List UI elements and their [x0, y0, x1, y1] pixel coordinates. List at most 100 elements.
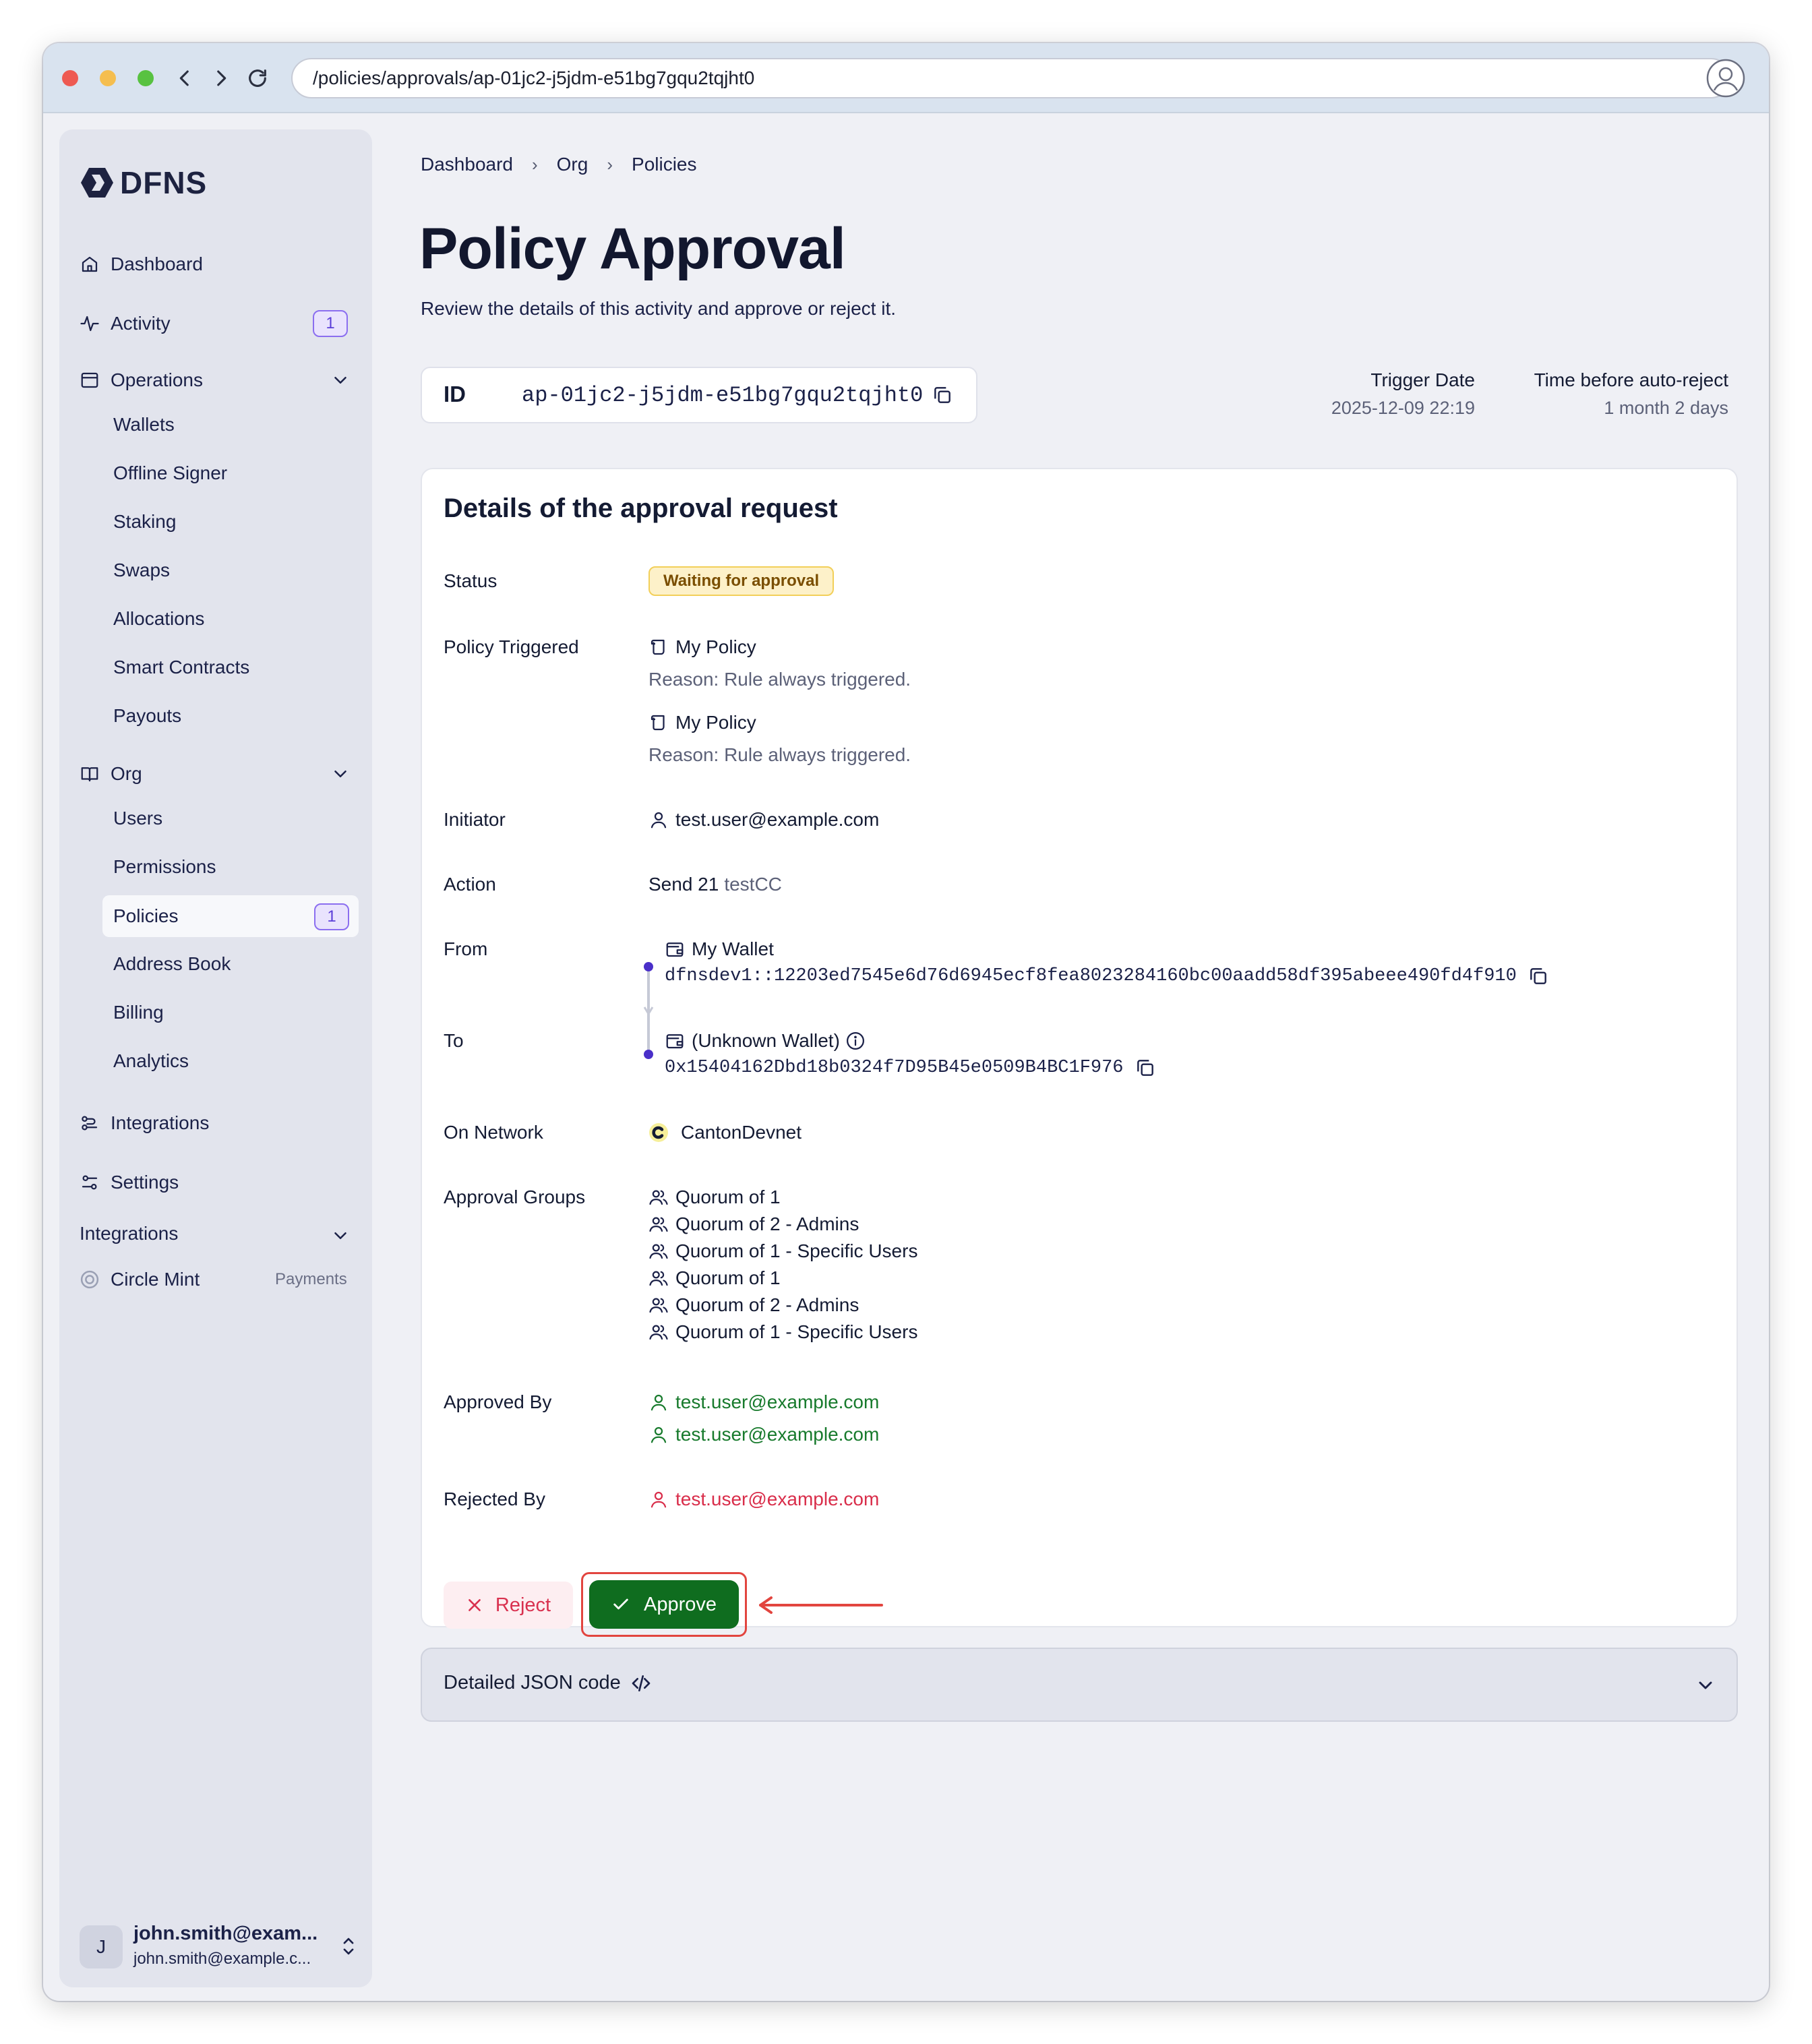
- profile-button[interactable]: [1705, 58, 1746, 98]
- trigger-date-label: Trigger Date: [1370, 369, 1475, 390]
- approver: test.user@example.com: [648, 1391, 879, 1413]
- approval-group: Quorum of 2 - Admins: [648, 1213, 859, 1235]
- sidebar-item-dashboard[interactable]: Dashboard: [80, 251, 203, 278]
- status-badge: Waiting for approval: [648, 566, 835, 596]
- approved-by-label: Approved By: [444, 1391, 552, 1412]
- sidebar-item-billing[interactable]: Billing: [113, 999, 164, 1026]
- activity-badge: 1: [313, 310, 348, 337]
- id-label: ID: [444, 382, 466, 407]
- user-name: john.smith@exam...: [133, 1923, 318, 1944]
- maximize-window-button[interactable]: [138, 70, 154, 86]
- approval-group: Quorum of 1: [648, 1267, 781, 1289]
- initiator: test.user@example.com: [648, 809, 879, 831]
- chevron-right-icon: ›: [607, 154, 613, 175]
- sidebar-item-analytics[interactable]: Analytics: [113, 1048, 189, 1075]
- sidebar-item-staking[interactable]: Staking: [113, 508, 176, 535]
- network-label: On Network: [444, 1122, 543, 1143]
- activity-icon: [80, 313, 100, 334]
- from-address-row: dfnsdev1::12203ed7545e6d76d6945ecf8fea80…: [665, 965, 1549, 987]
- chevron-down-icon: [1699, 1681, 1712, 1689]
- wallet-icon: [666, 942, 684, 957]
- sidebar-item-users[interactable]: Users: [113, 805, 162, 832]
- trigger-date-block: Trigger Date 2025-12-09 22:19: [1316, 369, 1475, 419]
- sidebar-item-settings[interactable]: Settings: [80, 1169, 179, 1196]
- approval-id: ap-01jc2-j5jdm-e51bg7gqu2tqjht0: [522, 383, 924, 408]
- to-address-row: 0x15404162Dbd18b0324f7D95B45e0509B4BC1F9…: [665, 1057, 1156, 1079]
- sidebar-item-allocations[interactable]: Allocations: [113, 605, 204, 632]
- from-wallet[interactable]: My Wallet: [665, 938, 774, 960]
- chevron-up-down-icon: [343, 1937, 354, 1955]
- policy-triggered-label: Policy Triggered: [444, 636, 579, 657]
- close-icon: [469, 1599, 481, 1611]
- sidebar-item-circle-mint[interactable]: Circle Mint: [80, 1266, 200, 1293]
- page-title: Policy Approval: [419, 216, 846, 281]
- sidebar-item-permissions[interactable]: Permissions: [113, 853, 216, 880]
- dfns-logo[interactable]: DFNS: [80, 164, 207, 201]
- sidebar-item-offline-signer[interactable]: Offline Signer: [113, 460, 227, 487]
- card-title: Details of the approval request: [444, 493, 838, 523]
- settings-sliders-icon: [80, 1172, 100, 1193]
- approver: test.user@example.com: [648, 1424, 879, 1445]
- minimize-window-button[interactable]: [100, 70, 116, 86]
- scroll-icon: [651, 715, 665, 731]
- forward-button[interactable]: [205, 61, 237, 96]
- sidebar-item-org[interactable]: Org: [80, 760, 142, 787]
- breadcrumb: Dashboard › Org › Policies: [421, 154, 697, 175]
- user-circle-icon: [1706, 59, 1745, 98]
- scroll-icon: [651, 639, 665, 655]
- policy-link[interactable]: My Policy: [648, 712, 756, 733]
- close-window-button[interactable]: [62, 70, 78, 86]
- approval-group: Quorum of 1 - Specific Users: [648, 1240, 917, 1262]
- json-code-accordion[interactable]: Detailed JSON code: [421, 1648, 1738, 1722]
- copy-icon[interactable]: [932, 384, 953, 406]
- chevron-down-icon[interactable]: [330, 370, 351, 390]
- breadcrumb-org[interactable]: Org: [557, 154, 588, 175]
- breadcrumb-dashboard[interactable]: Dashboard: [421, 154, 513, 175]
- copy-icon[interactable]: [1135, 1057, 1156, 1079]
- auto-reject-block: Time before auto-reject 1 month 2 days: [1486, 369, 1728, 419]
- chevron-down-icon[interactable]: [330, 1226, 351, 1246]
- approval-group: Quorum of 1: [648, 1186, 781, 1208]
- integrations-section-label: Integrations: [80, 1223, 179, 1244]
- chevron-right-icon: ›: [531, 154, 538, 175]
- to-wallet: (Unknown Wallet): [665, 1030, 872, 1052]
- address-bar[interactable]: /policies/approvals/ap-01jc2-j5jdm-e51bg…: [291, 58, 1731, 98]
- chevron-left-icon: [179, 70, 189, 86]
- sidebar-item-activity[interactable]: Activity: [80, 310, 171, 337]
- reject-button[interactable]: Reject: [444, 1582, 573, 1629]
- page-subtitle: Review the details of this activity and …: [421, 298, 897, 319]
- action-label: Action: [444, 874, 496, 895]
- copy-icon[interactable]: [1528, 965, 1549, 987]
- sidebar-item-swaps[interactable]: Swaps: [113, 557, 170, 584]
- approval-group: Quorum of 2 - Admins: [648, 1294, 859, 1316]
- json-code-label: Detailed JSON code: [444, 1672, 652, 1694]
- approve-button[interactable]: Approve: [589, 1580, 739, 1629]
- info-icon[interactable]: [845, 1031, 866, 1051]
- home-icon: [80, 254, 100, 274]
- sidebar-item-wallets[interactable]: Wallets: [113, 411, 175, 438]
- network-value: CantonDevnet: [648, 1122, 802, 1143]
- user-menu[interactable]: J john.smith@exam... john.smith@example.…: [80, 1923, 363, 1970]
- users-icon: [649, 1244, 668, 1259]
- check-icon: [613, 1598, 628, 1610]
- initiator-label: Initiator: [444, 809, 506, 830]
- rejecter: test.user@example.com: [648, 1489, 879, 1510]
- from-label: From: [444, 938, 488, 959]
- approval-id-box: ID ap-01jc2-j5jdm-e51bg7gqu2tqjht0: [421, 367, 977, 423]
- sidebar-item-address-book[interactable]: Address Book: [113, 951, 231, 978]
- reload-button[interactable]: [241, 61, 274, 96]
- sidebar-item-payouts[interactable]: Payouts: [113, 702, 181, 729]
- code-icon: [632, 1675, 651, 1691]
- auto-reject-label: Time before auto-reject: [1534, 369, 1728, 390]
- sidebar-item-integrations[interactable]: Integrations: [80, 1110, 209, 1137]
- sidebar-item-operations[interactable]: Operations: [80, 367, 203, 394]
- to-label: To: [444, 1030, 464, 1051]
- chevron-down-icon[interactable]: [330, 764, 351, 784]
- sidebar-item-smart-contracts[interactable]: Smart Contracts: [113, 654, 249, 681]
- asset-link[interactable]: testCC: [724, 874, 782, 895]
- user-icon: [651, 1394, 667, 1411]
- breadcrumb-policies[interactable]: Policies: [632, 154, 696, 175]
- approval-group: Quorum of 1 - Specific Users: [648, 1321, 917, 1343]
- back-button[interactable]: [169, 61, 201, 96]
- policy-link[interactable]: My Policy: [648, 636, 756, 658]
